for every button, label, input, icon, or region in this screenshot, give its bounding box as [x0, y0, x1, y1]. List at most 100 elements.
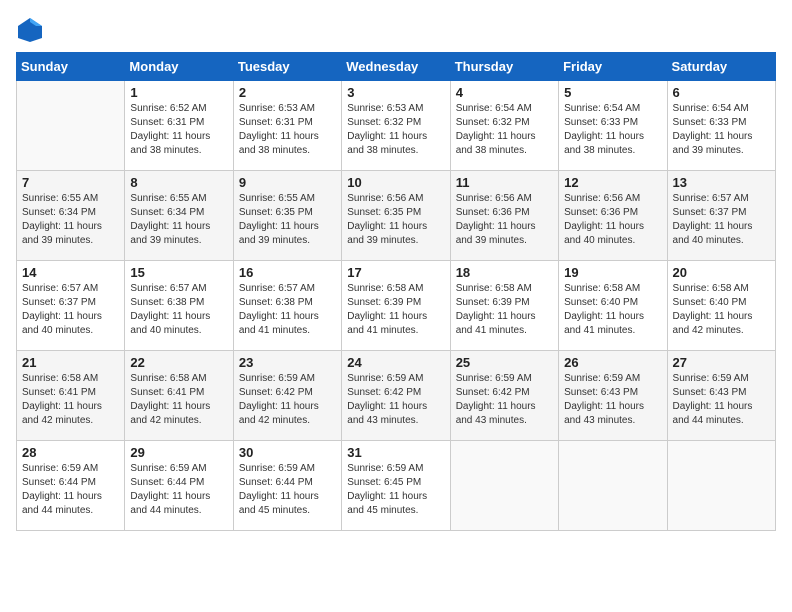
daylight-text: Daylight: 11 hours and 44 minutes.: [22, 491, 102, 516]
sunset-text: Sunset: 6:39 PM: [347, 297, 421, 308]
sunrise-text: Sunrise: 6:54 AM: [673, 103, 749, 114]
daylight-text: Daylight: 11 hours and 42 minutes.: [22, 401, 102, 426]
cell-info: Sunrise: 6:59 AM Sunset: 6:42 PM Dayligh…: [347, 372, 444, 428]
day-number: 18: [456, 265, 553, 280]
sunset-text: Sunset: 6:38 PM: [239, 297, 313, 308]
sunrise-text: Sunrise: 6:59 AM: [22, 463, 98, 474]
cell-info: Sunrise: 6:57 AM Sunset: 6:37 PM Dayligh…: [22, 282, 119, 338]
sunrise-text: Sunrise: 6:59 AM: [347, 373, 423, 384]
day-number: 4: [456, 85, 553, 100]
sunset-text: Sunset: 6:43 PM: [564, 387, 638, 398]
daylight-text: Daylight: 11 hours and 40 minutes.: [673, 221, 753, 246]
page-header: [16, 16, 776, 44]
calendar-cell: 18 Sunrise: 6:58 AM Sunset: 6:39 PM Dayl…: [450, 261, 558, 351]
day-number: 15: [130, 265, 227, 280]
cell-info: Sunrise: 6:55 AM Sunset: 6:34 PM Dayligh…: [22, 192, 119, 248]
calendar-cell: 11 Sunrise: 6:56 AM Sunset: 6:36 PM Dayl…: [450, 171, 558, 261]
cell-info: Sunrise: 6:52 AM Sunset: 6:31 PM Dayligh…: [130, 102, 227, 158]
day-number: 13: [673, 175, 770, 190]
sunset-text: Sunset: 6:37 PM: [22, 297, 96, 308]
cell-info: Sunrise: 6:59 AM Sunset: 6:44 PM Dayligh…: [130, 462, 227, 518]
cell-info: Sunrise: 6:58 AM Sunset: 6:41 PM Dayligh…: [130, 372, 227, 428]
calendar-cell: 20 Sunrise: 6:58 AM Sunset: 6:40 PM Dayl…: [667, 261, 775, 351]
sunrise-text: Sunrise: 6:54 AM: [564, 103, 640, 114]
sunrise-text: Sunrise: 6:57 AM: [239, 283, 315, 294]
sunrise-text: Sunrise: 6:58 AM: [673, 283, 749, 294]
day-number: 5: [564, 85, 661, 100]
calendar-cell: 17 Sunrise: 6:58 AM Sunset: 6:39 PM Dayl…: [342, 261, 450, 351]
daylight-text: Daylight: 11 hours and 40 minutes.: [130, 311, 210, 336]
cell-info: Sunrise: 6:53 AM Sunset: 6:32 PM Dayligh…: [347, 102, 444, 158]
calendar-cell: 29 Sunrise: 6:59 AM Sunset: 6:44 PM Dayl…: [125, 441, 233, 531]
calendar-cell: 28 Sunrise: 6:59 AM Sunset: 6:44 PM Dayl…: [17, 441, 125, 531]
calendar-cell: 23 Sunrise: 6:59 AM Sunset: 6:42 PM Dayl…: [233, 351, 341, 441]
cell-info: Sunrise: 6:55 AM Sunset: 6:34 PM Dayligh…: [130, 192, 227, 248]
cell-info: Sunrise: 6:57 AM Sunset: 6:38 PM Dayligh…: [239, 282, 336, 338]
cell-info: Sunrise: 6:58 AM Sunset: 6:41 PM Dayligh…: [22, 372, 119, 428]
day-number: 10: [347, 175, 444, 190]
sunrise-text: Sunrise: 6:55 AM: [239, 193, 315, 204]
daylight-text: Daylight: 11 hours and 41 minutes.: [239, 311, 319, 336]
day-number: 11: [456, 175, 553, 190]
calendar-cell: 31 Sunrise: 6:59 AM Sunset: 6:45 PM Dayl…: [342, 441, 450, 531]
daylight-text: Daylight: 11 hours and 44 minutes.: [673, 401, 753, 426]
calendar-cell: 26 Sunrise: 6:59 AM Sunset: 6:43 PM Dayl…: [559, 351, 667, 441]
sunrise-text: Sunrise: 6:53 AM: [347, 103, 423, 114]
cell-info: Sunrise: 6:57 AM Sunset: 6:37 PM Dayligh…: [673, 192, 770, 248]
day-number: 23: [239, 355, 336, 370]
day-number: 30: [239, 445, 336, 460]
day-number: 31: [347, 445, 444, 460]
column-header-friday: Friday: [559, 53, 667, 81]
calendar-cell: 12 Sunrise: 6:56 AM Sunset: 6:36 PM Dayl…: [559, 171, 667, 261]
day-number: 16: [239, 265, 336, 280]
cell-info: Sunrise: 6:59 AM Sunset: 6:43 PM Dayligh…: [564, 372, 661, 428]
sunrise-text: Sunrise: 6:56 AM: [347, 193, 423, 204]
calendar-week-row: 7 Sunrise: 6:55 AM Sunset: 6:34 PM Dayli…: [17, 171, 776, 261]
sunset-text: Sunset: 6:34 PM: [130, 207, 204, 218]
sunset-text: Sunset: 6:40 PM: [564, 297, 638, 308]
sunset-text: Sunset: 6:32 PM: [347, 117, 421, 128]
column-header-tuesday: Tuesday: [233, 53, 341, 81]
cell-info: Sunrise: 6:54 AM Sunset: 6:33 PM Dayligh…: [564, 102, 661, 158]
daylight-text: Daylight: 11 hours and 39 minutes.: [673, 131, 753, 156]
daylight-text: Daylight: 11 hours and 43 minutes.: [456, 401, 536, 426]
calendar-table: SundayMondayTuesdayWednesdayThursdayFrid…: [16, 52, 776, 531]
sunrise-text: Sunrise: 6:56 AM: [564, 193, 640, 204]
daylight-text: Daylight: 11 hours and 38 minutes.: [564, 131, 644, 156]
calendar-cell: 14 Sunrise: 6:57 AM Sunset: 6:37 PM Dayl…: [17, 261, 125, 351]
daylight-text: Daylight: 11 hours and 44 minutes.: [130, 491, 210, 516]
daylight-text: Daylight: 11 hours and 45 minutes.: [347, 491, 427, 516]
sunset-text: Sunset: 6:42 PM: [239, 387, 313, 398]
sunset-text: Sunset: 6:31 PM: [239, 117, 313, 128]
calendar-cell: 30 Sunrise: 6:59 AM Sunset: 6:44 PM Dayl…: [233, 441, 341, 531]
calendar-header-row: SundayMondayTuesdayWednesdayThursdayFrid…: [17, 53, 776, 81]
cell-info: Sunrise: 6:58 AM Sunset: 6:39 PM Dayligh…: [456, 282, 553, 338]
calendar-cell: 24 Sunrise: 6:59 AM Sunset: 6:42 PM Dayl…: [342, 351, 450, 441]
day-number: 29: [130, 445, 227, 460]
calendar-cell: 1 Sunrise: 6:52 AM Sunset: 6:31 PM Dayli…: [125, 81, 233, 171]
sunset-text: Sunset: 6:33 PM: [564, 117, 638, 128]
daylight-text: Daylight: 11 hours and 43 minutes.: [347, 401, 427, 426]
day-number: 25: [456, 355, 553, 370]
logo: [16, 16, 48, 44]
column-header-saturday: Saturday: [667, 53, 775, 81]
calendar-cell: 10 Sunrise: 6:56 AM Sunset: 6:35 PM Dayl…: [342, 171, 450, 261]
daylight-text: Daylight: 11 hours and 41 minutes.: [456, 311, 536, 336]
daylight-text: Daylight: 11 hours and 38 minutes.: [456, 131, 536, 156]
day-number: 12: [564, 175, 661, 190]
sunset-text: Sunset: 6:42 PM: [347, 387, 421, 398]
sunrise-text: Sunrise: 6:52 AM: [130, 103, 206, 114]
calendar-cell: [450, 441, 558, 531]
daylight-text: Daylight: 11 hours and 42 minutes.: [239, 401, 319, 426]
sunset-text: Sunset: 6:44 PM: [22, 477, 96, 488]
calendar-cell: 3 Sunrise: 6:53 AM Sunset: 6:32 PM Dayli…: [342, 81, 450, 171]
day-number: 3: [347, 85, 444, 100]
sunrise-text: Sunrise: 6:53 AM: [239, 103, 315, 114]
calendar-cell: 19 Sunrise: 6:58 AM Sunset: 6:40 PM Dayl…: [559, 261, 667, 351]
day-number: 1: [130, 85, 227, 100]
calendar-cell: 5 Sunrise: 6:54 AM Sunset: 6:33 PM Dayli…: [559, 81, 667, 171]
sunrise-text: Sunrise: 6:58 AM: [564, 283, 640, 294]
sunset-text: Sunset: 6:41 PM: [130, 387, 204, 398]
sunset-text: Sunset: 6:36 PM: [456, 207, 530, 218]
sunrise-text: Sunrise: 6:59 AM: [239, 373, 315, 384]
